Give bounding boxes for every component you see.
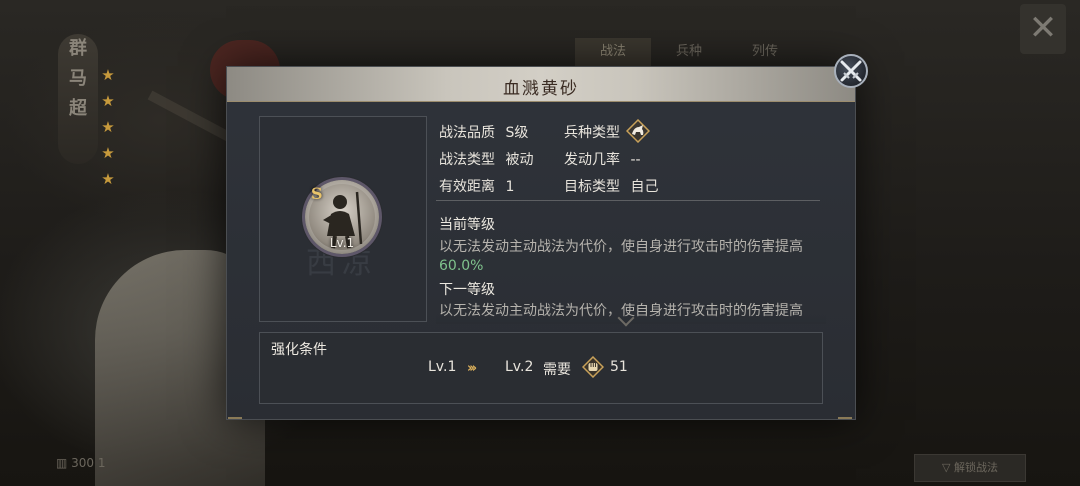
attr-rate: 发动几率 --: [564, 149, 641, 169]
attr-label: 目标类型: [564, 179, 620, 195]
attr-quality: 战法品质 S级: [439, 122, 528, 142]
attr-value: --: [630, 152, 641, 168]
upgrade-panel: [259, 332, 823, 404]
tab-biography[interactable]: 列传: [727, 38, 803, 66]
next-level-title: 下一等级: [439, 282, 495, 298]
attr-troop: 兵种类型: [564, 122, 620, 142]
attr-value: 自己: [630, 179, 659, 195]
crossed-swords-close-icon: [840, 60, 862, 82]
star-icon: ★: [101, 66, 115, 84]
fist-token-icon: [581, 355, 605, 379]
attr-label: 战法品质: [439, 125, 495, 141]
current-level-title: 当前等级: [439, 217, 495, 233]
dialog-header: 血溅黄砂: [227, 67, 855, 102]
attr-label: 兵种类型: [564, 125, 620, 141]
current-level-value: 60.0%: [439, 258, 484, 274]
star-icon: ★: [101, 144, 115, 162]
attr-label: 发动几率: [564, 152, 620, 168]
hero-name-char: 群: [69, 38, 87, 59]
dialog-title: 血溅黄砂: [503, 79, 579, 99]
attr-value: S级: [505, 125, 529, 141]
upgrade-from-level: Lv.1: [428, 359, 457, 375]
attr-target: 目标类型 自己: [564, 176, 658, 196]
hero-name-plate: 群 马 超: [58, 34, 98, 164]
footer-ornament: [228, 409, 242, 419]
background-close-button[interactable]: ✕: [1020, 4, 1066, 54]
upgrade-title: 强化条件: [271, 342, 327, 358]
background-resource-counter: ▥ 300 1: [56, 456, 106, 470]
section-divider: [436, 200, 820, 201]
background-unlock-button[interactable]: ▽ 解锁战法: [914, 454, 1026, 482]
upgrade-need-label: 需要: [543, 362, 571, 378]
cavalry-icon: [625, 118, 651, 144]
attr-value: 被动: [505, 152, 534, 168]
portrait-level: Lv.1: [329, 236, 355, 250]
upgrade-to-level: Lv.2: [505, 359, 534, 375]
dialog-close-button[interactable]: [834, 54, 868, 88]
attr-label: 战法类型: [439, 152, 495, 168]
star-icon: ★: [101, 118, 115, 136]
star-icon: ★: [101, 92, 115, 110]
hero-star-rating: ★ ★ ★ ★ ★: [99, 62, 117, 192]
chevrons-right-icon: ›››: [467, 361, 477, 376]
upgrade-cost: 51: [610, 359, 628, 375]
hero-name-char: 马: [69, 68, 87, 89]
attr-value: 1: [505, 179, 515, 195]
footer-ornament: [838, 409, 852, 419]
attr-label: 有效距离: [439, 179, 495, 195]
background-tabs: 战法 兵种 列传: [575, 38, 803, 66]
current-level-description: 以无法发动主动战法为代价，使自身进行攻击时的伤害提高: [439, 239, 803, 255]
star-icon: ★: [101, 170, 115, 188]
attr-range: 有效距离 1: [439, 176, 514, 196]
attr-type: 战法类型 被动: [439, 149, 533, 169]
grade-badge: S: [311, 184, 323, 203]
tab-troops[interactable]: 兵种: [651, 38, 727, 66]
tab-tactics[interactable]: 战法: [575, 38, 651, 66]
hero-name-char: 超: [69, 98, 87, 119]
